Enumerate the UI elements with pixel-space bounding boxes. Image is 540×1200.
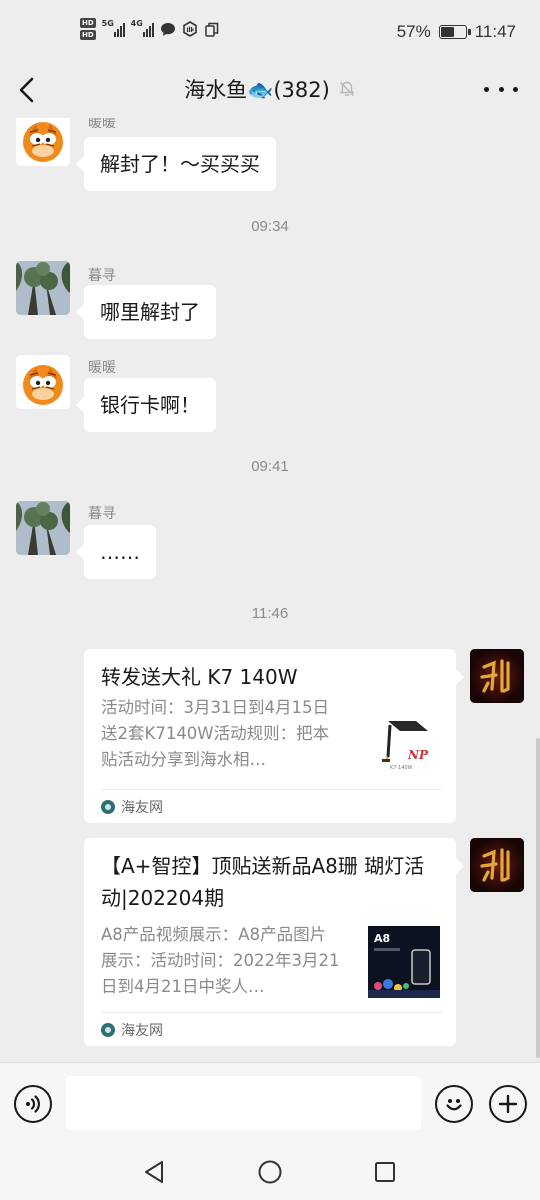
chat-bubble-icon	[160, 21, 176, 37]
sender-name: 暖暖	[88, 360, 116, 376]
message-bubble[interactable]: 解封了！～买买买	[76, 137, 276, 191]
avatar[interactable]	[16, 501, 70, 555]
card-title: 转发送大礼 K7 140W	[101, 665, 298, 689]
signal-5g-icon: 5G	[102, 19, 125, 37]
card-source: 海友网	[101, 1012, 442, 1046]
chat-message: 暖暖 银行卡啊！	[16, 355, 524, 435]
avatar[interactable]	[470, 838, 524, 892]
glove-icon	[182, 21, 198, 37]
clock: 11:47	[474, 22, 516, 41]
avatar[interactable]	[16, 355, 70, 409]
avatar[interactable]	[16, 118, 70, 166]
hd-badge-1: HD	[80, 18, 96, 28]
hd-badges: HD HD	[80, 18, 96, 40]
input-bar	[0, 1062, 540, 1146]
chat-scrollbar[interactable]	[536, 738, 540, 1058]
chat-title: 海水鱼🐟(382)	[184, 78, 330, 102]
copy-icon	[204, 21, 220, 37]
chat-header: 海水鱼🐟(382)	[0, 62, 540, 118]
voice-icon[interactable]	[14, 1085, 52, 1123]
message-bubble[interactable]: ……	[76, 525, 156, 579]
thumb-caption: K7 140W	[390, 765, 413, 771]
chat-area[interactable]: 暖暖 解封了！～买买买 09:34 暮寻 哪里解封了 暖暖 银行卡啊！ 09:4…	[0, 118, 540, 1062]
message-input[interactable]	[66, 1076, 421, 1130]
avatar[interactable]	[470, 649, 524, 703]
square-recent-icon[interactable]	[371, 1158, 399, 1186]
card-source: 海友网	[101, 789, 442, 823]
mute-bell-icon	[338, 79, 356, 103]
card-source-label: 海友网	[121, 1022, 163, 1039]
chat-message: 暮寻 哪里解封了	[16, 261, 524, 341]
link-card[interactable]: 【A+智控】顶贴送新品A8珊 瑚灯活动|202204期 A8产品视频展示：A8产…	[84, 838, 464, 1046]
status-icons-left: HD HD 5G 4G	[80, 18, 220, 40]
sender-name: 暮寻	[88, 268, 116, 284]
hd-badge-2: HD	[80, 30, 96, 40]
avatar[interactable]	[16, 261, 70, 315]
battery-percent: 57%	[396, 22, 431, 41]
sender-name: 暮寻	[88, 506, 116, 522]
status-bar: HD HD 5G 4G 57% 11:47	[0, 0, 540, 62]
timestamp: 11:46	[251, 605, 289, 622]
chat-message: 暖暖 解封了！～买买买	[16, 118, 524, 191]
message-bubble[interactable]: 哪里解封了	[76, 285, 216, 339]
status-icons-right: 57% 11:47	[397, 22, 516, 42]
haiyou-logo-icon	[101, 1022, 115, 1037]
card-title: 【A+智控】顶贴送新品A8珊 瑚灯活动|202204期	[101, 854, 425, 910]
card-description: 活动时间：3月31日到4月15日送2套K7140W活动规则：把本贴活动分享到海水…	[101, 698, 330, 769]
sender-name: 暖暖	[88, 118, 116, 131]
plus-icon[interactable]	[489, 1085, 527, 1123]
thumb-label: A8	[374, 932, 390, 945]
battery-icon	[438, 25, 471, 39]
timestamp: 09:34	[251, 218, 289, 235]
circle-home-icon[interactable]	[256, 1158, 284, 1186]
card-source-label: 海友网	[121, 799, 163, 816]
signal-4g-icon: 4G	[131, 19, 154, 37]
message-bubble[interactable]: 银行卡啊！	[76, 378, 216, 432]
more-dots-icon[interactable]	[484, 76, 518, 102]
emoji-icon[interactable]	[435, 1085, 473, 1123]
link-card[interactable]: 转发送大礼 K7 140W 活动时间：3月31日到4月15日送2套K7140W活…	[84, 649, 464, 823]
haiyou-logo-icon	[101, 799, 115, 814]
thumb-brand: NP	[407, 748, 429, 762]
system-navigation-bar	[0, 1146, 540, 1200]
triangle-back-icon[interactable]	[140, 1158, 168, 1186]
card-description: A8产品视频展示：A8产品图片展示：活动时间：2022年3月21日到4月21日中…	[101, 925, 340, 996]
card-thumbnail: A8	[368, 926, 440, 998]
chat-title-wrap: 海水鱼🐟(382)	[0, 74, 540, 104]
chat-message: 暮寻 ……	[16, 501, 524, 581]
timestamp: 09:41	[251, 458, 289, 475]
card-thumbnail: NP K7 140W	[368, 707, 440, 779]
